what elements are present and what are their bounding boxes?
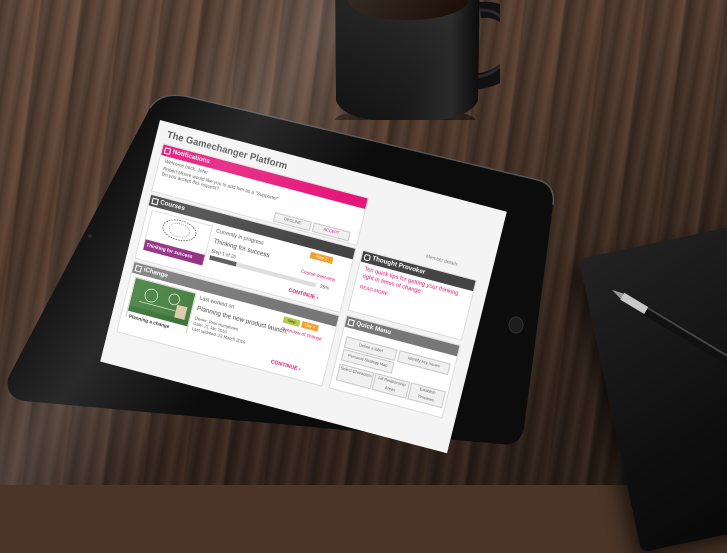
member-details-link[interactable]: Member details (426, 253, 459, 267)
chevron-right-icon: › (298, 366, 302, 373)
ichange-title: iChange (142, 266, 169, 280)
quick-menu-title: Quick Menu (355, 320, 392, 337)
book-icon (151, 197, 159, 206)
quick-menu-item[interactable]: Establish Timelines (407, 382, 446, 409)
courses-title: Courses (159, 199, 186, 213)
speech-bubble-icon (363, 253, 372, 262)
ichange-day-badge: Day 4 (301, 321, 319, 332)
menu-icon (347, 318, 355, 327)
quick-menu-item[interactable]: Fill Relationship Areas (371, 372, 411, 399)
course-progress-pct: 25% (319, 283, 330, 292)
bell-icon (163, 147, 172, 156)
change-icon (134, 264, 143, 273)
ichange-step-badge: Step (282, 316, 301, 327)
quick-menu-item[interactable]: Identify key issues (396, 350, 451, 376)
chevron-right-icon: › (315, 294, 319, 302)
ichange-continue-button[interactable]: CONTINUE › (270, 359, 301, 373)
course-continue-label: CONTINUE (287, 287, 316, 301)
course-continue-button[interactable]: CONTINUE › (288, 287, 319, 301)
ichange-continue-label: CONTINUE (269, 358, 299, 373)
